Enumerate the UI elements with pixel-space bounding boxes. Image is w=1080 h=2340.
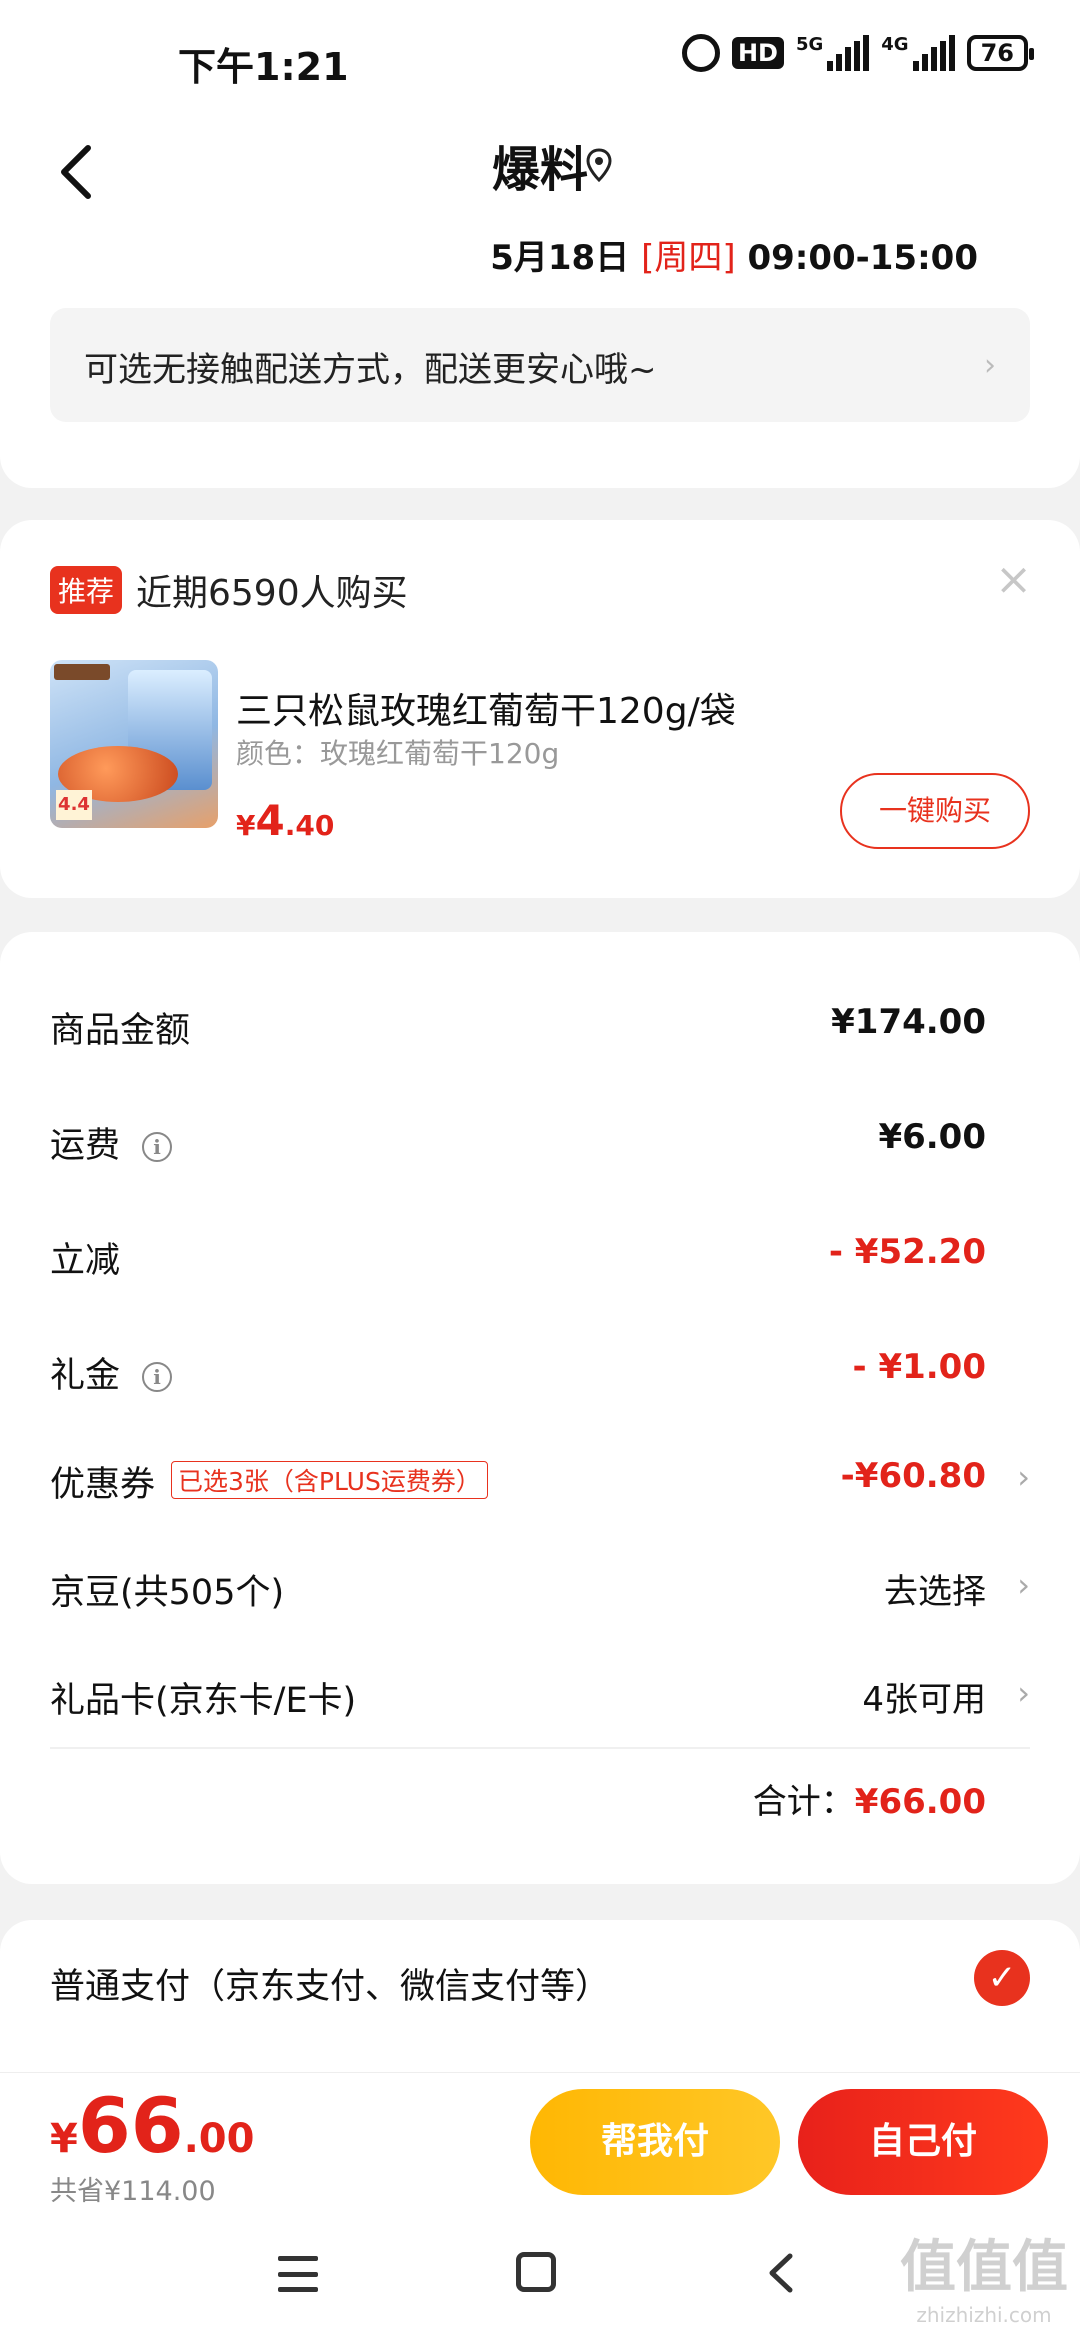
amount-card: 商品金额 ¥174.00 运费 i ¥6.00 立减 - ¥52.20 礼金 i -…: [0, 932, 1080, 1884]
signal-icon-2: [912, 35, 955, 71]
row-label: 立减: [50, 1241, 121, 1281]
row-instant-discount: 立减 - ¥52.20: [50, 1232, 1030, 1292]
price-decimal: .40: [284, 809, 335, 842]
row-value: - ¥52.20: [828, 1232, 986, 1272]
one-click-buy-button[interactable]: 一键购买: [840, 773, 1030, 849]
location-pin-icon[interactable]: [586, 148, 612, 182]
row-label: 京豆(共505个): [50, 1573, 285, 1613]
row-value: 4张可用: [862, 1680, 986, 1720]
row-label: 礼金 i: [50, 1347, 173, 1398]
close-icon[interactable]: ×: [995, 554, 1032, 605]
price-decimal: .00: [183, 2116, 255, 2162]
pay-myself-button[interactable]: 自己付: [798, 2089, 1048, 2195]
watermark-subtext: zhizhizhi.com: [916, 2303, 1052, 2327]
brand-logo: [54, 664, 110, 680]
chevron-right-icon: ›: [1017, 1458, 1030, 1496]
recommend-text: 近期6590人购买: [136, 573, 408, 614]
product-name[interactable]: 三只松鼠玫瑰红葡萄干120g/袋: [236, 682, 736, 734]
row-value: ¥174.00: [831, 1002, 986, 1042]
menu-icon[interactable]: [278, 2256, 318, 2292]
row-gift-cards[interactable]: 礼品卡(京东卡/E卡) 4张可用 ›: [50, 1672, 1030, 1732]
page-title: 爆料: [491, 142, 588, 198]
chevron-right-icon: ›: [984, 348, 996, 383]
delivery-date: 5月18日: [490, 238, 630, 278]
row-value: - ¥1.00: [852, 1347, 987, 1387]
product-price: ¥4.40: [236, 796, 334, 845]
row-shipping: 运费 i ¥6.00: [50, 1117, 1030, 1177]
status-bar: 下午1:21 HD 5G 4G 76: [0, 0, 1080, 110]
header-card: 爆料 5月18日 [周四] 09:00-15:00 可选无接触配送方式，配送更安…: [0, 110, 1080, 488]
row-label-text: 运费: [50, 1126, 121, 1166]
back-icon[interactable]: [758, 2248, 808, 2298]
row-label-text: 礼金: [50, 1356, 121, 1396]
product-spec: 颜色：玫瑰红葡萄干120g: [236, 737, 560, 770]
network-5g-label: 5G: [795, 34, 824, 55]
total-saved: 共省¥114.00: [50, 2176, 216, 2207]
home-icon[interactable]: [516, 2252, 556, 2292]
chevron-right-icon: ›: [1017, 1674, 1030, 1712]
status-icons: HD 5G 4G 76: [681, 34, 1035, 72]
product-image[interactable]: 4.4: [50, 660, 218, 828]
row-coupons[interactable]: 优惠券 已选3张（含PLUS运费券） -¥60.80 ›: [50, 1456, 1030, 1516]
recommend-card: 推荐 近期6590人购买 × 4.4 三只松鼠玫瑰红葡萄干120g/袋 颜色：玫…: [0, 520, 1080, 898]
row-label: 优惠券 已选3张（含PLUS运费券）: [50, 1456, 488, 1507]
notice-text: 可选无接触配送方式，配送更安心哦~: [84, 350, 657, 390]
divider: [50, 1747, 1030, 1749]
delivery-time[interactable]: 5月18日 [周四] 09:00-15:00: [490, 230, 978, 279]
bottom-pay-bar: ¥66.00 共省¥114.00 帮我付 自己付: [0, 2072, 1080, 2212]
signal-icon: [827, 35, 870, 71]
hd-icon: HD: [731, 37, 784, 69]
network-4g-label: 4G: [881, 34, 909, 55]
battery-icon: 76: [966, 35, 1035, 71]
row-value: 去选择: [884, 1572, 986, 1612]
row-label-text: 优惠券: [50, 1465, 156, 1505]
row-goods-amount: 商品金额 ¥174.00: [50, 1002, 1030, 1062]
alarm-icon: [681, 34, 720, 72]
row-label: 商品金额: [50, 1011, 191, 1051]
total-label: 合计：: [752, 1782, 855, 1822]
check-circle-icon[interactable]: ✓: [974, 1950, 1030, 2006]
price-integer: 66: [77, 2081, 184, 2170]
watermark-text: 值值值: [900, 2235, 1068, 2300]
row-value: -¥60.80: [840, 1456, 986, 1496]
payment-method-label: 普通支付（京东支付、微信支付等）: [50, 1967, 611, 2007]
contactless-notice[interactable]: 可选无接触配送方式，配送更安心哦~ ›: [50, 308, 1030, 422]
currency-symbol: ¥: [236, 809, 256, 842]
row-gift-money: 礼金 i - ¥1.00: [50, 1347, 1030, 1407]
row-label: 礼品卡(京东卡/E卡): [50, 1681, 357, 1721]
system-nav-bar: 值值值 zhizhizhi.com: [0, 2212, 1080, 2340]
row-label: 运费 i: [50, 1117, 173, 1168]
recommend-tag: 推荐: [50, 566, 123, 614]
info-icon[interactable]: i: [142, 1362, 173, 1392]
watermark: 值值值 zhizhizhi.com: [900, 2222, 1068, 2327]
help-me-pay-button[interactable]: 帮我付: [530, 2089, 780, 2195]
row-jd-beans[interactable]: 京豆(共505个) 去选择 ›: [50, 1564, 1030, 1624]
final-price: ¥66.00: [50, 2081, 254, 2170]
info-icon[interactable]: i: [142, 1132, 173, 1162]
status-time: 下午1:21: [178, 45, 349, 89]
product-price-badge: 4.4: [56, 790, 92, 820]
chevron-right-icon: ›: [1017, 1566, 1030, 1604]
coupon-selected-tag: 已选3张（含PLUS运费券）: [171, 1461, 488, 1499]
row-value: ¥6.00: [878, 1117, 986, 1157]
price-integer: 4: [255, 796, 285, 845]
currency-symbol: ¥: [50, 2116, 78, 2162]
total-value: ¥66.00: [854, 1782, 986, 1822]
delivery-weekday: [周四]: [641, 238, 736, 278]
total-amount: 合计：¥66.00: [753, 1774, 986, 1823]
delivery-window: 09:00-15:00: [747, 238, 978, 278]
